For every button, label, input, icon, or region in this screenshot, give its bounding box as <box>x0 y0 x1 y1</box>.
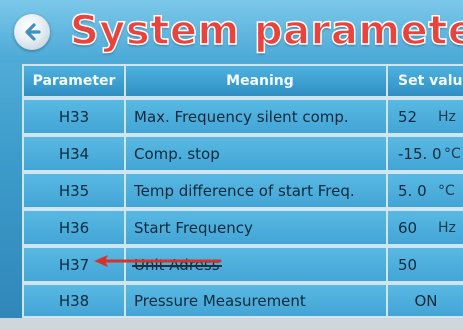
param-meaning: Max. Frequency silent comp. <box>124 98 388 135</box>
back-arrow-icon <box>25 23 41 41</box>
param-value-cell[interactable]: 52 Hz <box>386 98 463 135</box>
red-arrow-icon <box>94 255 222 267</box>
param-code: H35 <box>22 172 126 209</box>
param-meaning: Temp difference of start Freq. <box>124 172 388 209</box>
page-title: System parameters <box>69 7 463 55</box>
param-value: 50 <box>398 255 418 274</box>
column-header-parameter: Parameter <box>22 64 126 98</box>
param-code: H33 <box>22 98 126 135</box>
parameter-table: Parameter Meaning Set value H33 Max. Fre… <box>22 64 463 318</box>
table-row[interactable]: H36 Start Frequency 60 Hz <box>22 209 463 246</box>
screen: System parameters Parameter Meaning Set … <box>0 0 463 329</box>
param-value: -15. 0 <box>398 144 442 163</box>
table-row[interactable]: H35 Temp difference of start Freq. 5. 0 … <box>22 172 463 209</box>
param-unit: °C <box>444 145 461 162</box>
param-meaning: Comp. stop <box>124 135 388 172</box>
param-unit: Hz <box>438 108 456 125</box>
param-value-cell[interactable]: ON <box>386 283 463 318</box>
param-value-cell[interactable]: 5. 0 °C <box>386 172 463 209</box>
column-header-meaning: Meaning <box>124 64 388 98</box>
param-value: 5. 0 <box>398 181 427 200</box>
table-row[interactable]: H34 Comp. stop -15. 0 °C <box>22 135 463 172</box>
table-row[interactable]: H38 Pressure Measurement ON <box>22 283 463 318</box>
table-header-row: Parameter Meaning Set value <box>22 64 463 98</box>
header-bar: System parameters <box>0 0 463 62</box>
param-code: H34 <box>22 135 126 172</box>
param-value-cell[interactable]: 60 Hz <box>386 209 463 246</box>
param-meaning: Pressure Measurement <box>124 283 388 318</box>
table-row[interactable]: H37 Unit Adress 50 <box>22 246 463 283</box>
param-unit: Hz <box>438 219 456 236</box>
param-value: 52 <box>398 107 418 126</box>
param-value-cell[interactable]: -15. 0 °C <box>386 135 463 172</box>
param-value: ON <box>414 291 438 310</box>
column-header-set-value: Set value <box>386 64 463 98</box>
param-code: H38 <box>22 283 126 318</box>
param-unit: °C <box>438 182 455 199</box>
param-code: H36 <box>22 209 126 246</box>
table-row[interactable]: H33 Max. Frequency silent comp. 52 Hz <box>22 98 463 135</box>
param-value: 60 <box>398 218 418 237</box>
param-meaning: Start Frequency <box>124 209 388 246</box>
screen-bezel <box>0 318 463 329</box>
param-value-cell[interactable]: 50 <box>386 246 463 283</box>
back-button[interactable] <box>14 14 50 50</box>
